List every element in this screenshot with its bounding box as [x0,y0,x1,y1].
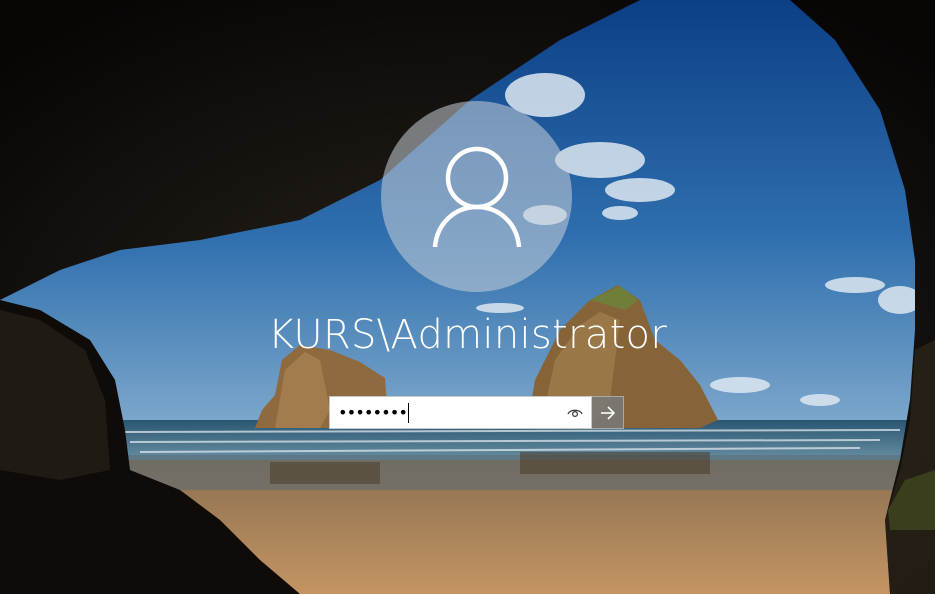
submit-button[interactable] [592,396,624,429]
arrow-right-icon [600,405,615,420]
login-form: •••••••• [329,396,624,429]
lock-screen-wallpaper [0,0,935,594]
password-field[interactable]: •••••••• [329,396,592,429]
password-value: •••••••• [338,403,408,422]
user-silhouette-icon [432,146,521,247]
user-avatar [381,101,572,292]
eye-icon [567,409,583,418]
text-caret [408,402,410,423]
username-label: KURS\Administrator [267,312,668,358]
reveal-password-button[interactable] [565,404,585,422]
